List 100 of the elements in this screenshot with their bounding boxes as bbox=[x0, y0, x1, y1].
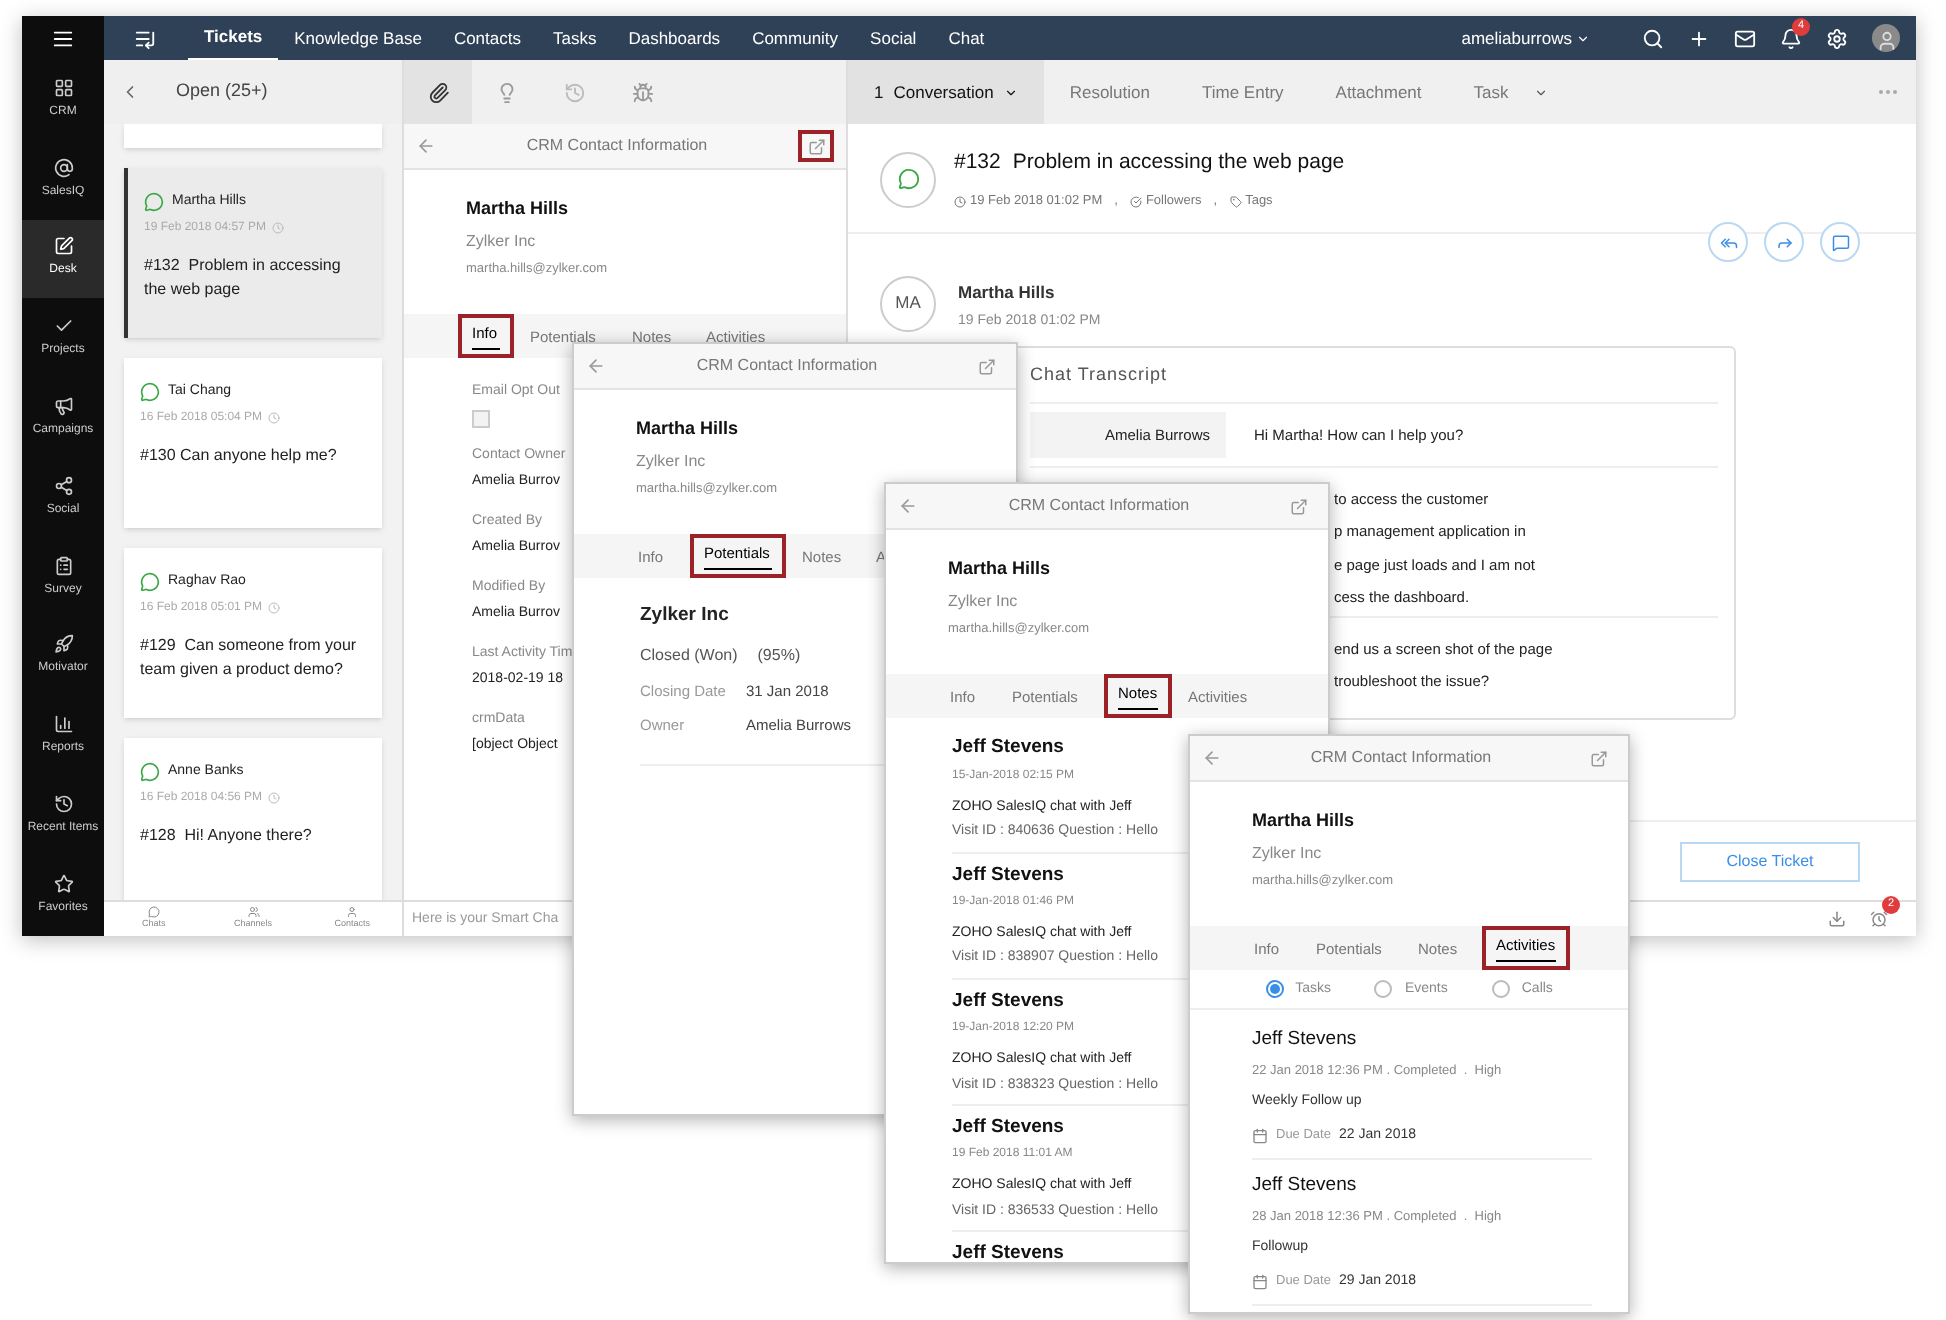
conversation-tab[interactable]: Attachment bbox=[1309, 60, 1448, 124]
caret-icon bbox=[1576, 31, 1590, 45]
clock-icon bbox=[272, 222, 285, 234]
menu-icon[interactable] bbox=[52, 27, 74, 49]
back-icon[interactable] bbox=[1202, 748, 1222, 768]
contact-name: Martha Hills bbox=[1252, 808, 1357, 834]
external-link-icon bbox=[807, 137, 825, 155]
nav-tab[interactable]: Tasks bbox=[536, 16, 613, 60]
notification-icon[interactable] bbox=[1780, 27, 1802, 49]
add-icon[interactable] bbox=[1688, 27, 1710, 49]
forward-icon[interactable] bbox=[1764, 222, 1804, 262]
clock-icon bbox=[268, 602, 281, 614]
external-link-button[interactable] bbox=[798, 130, 834, 162]
app-icon bbox=[53, 794, 73, 815]
contact-company: Zylker Inc bbox=[466, 229, 538, 253]
conversation-tab[interactable]: 1 Conversation bbox=[848, 60, 1044, 124]
conversation-tab[interactable]: Task bbox=[1447, 60, 1535, 124]
note-author: Jeff Stevens bbox=[952, 987, 1064, 1016]
app-icon bbox=[53, 396, 73, 417]
more-tabs-icon[interactable] bbox=[1534, 85, 1549, 99]
back-icon[interactable] bbox=[898, 496, 918, 516]
avatar: MA bbox=[880, 275, 936, 331]
contact-company: Zylker Inc bbox=[1252, 841, 1324, 865]
note-author: Jeff Stevens bbox=[952, 861, 1064, 889]
clock-icon bbox=[268, 412, 281, 424]
external-link-icon bbox=[977, 357, 995, 375]
bug-icon[interactable] bbox=[631, 81, 653, 103]
panel-title: CRM Contact Information bbox=[1006, 494, 1192, 518]
reminder-icon[interactable] bbox=[1870, 910, 1888, 928]
chat-channel-icon bbox=[140, 572, 160, 593]
avatar[interactable] bbox=[1872, 24, 1900, 52]
contact-name: Martha Hills bbox=[466, 196, 571, 222]
reply-all-icon[interactable] bbox=[1708, 222, 1748, 262]
ticket-title: #130 Can anyone help me? bbox=[140, 443, 339, 467]
lightbulb-icon[interactable] bbox=[495, 81, 517, 103]
search-icon[interactable] bbox=[1642, 27, 1664, 49]
calendar-icon bbox=[1252, 1128, 1268, 1144]
panel-title: CRM Contact Information bbox=[524, 134, 710, 158]
contact-company: Zylker Inc bbox=[948, 589, 1020, 613]
comment-icon[interactable] bbox=[1820, 222, 1860, 262]
caret-icon bbox=[1003, 85, 1018, 99]
clock-icon bbox=[954, 195, 966, 208]
person-icon bbox=[346, 906, 359, 919]
activity-author: Jeff Stevens bbox=[1252, 1026, 1357, 1055]
back-icon[interactable] bbox=[586, 356, 606, 376]
settings-icon[interactable] bbox=[1826, 27, 1848, 49]
list-title: Open (25+) bbox=[176, 78, 268, 105]
contact-company: Zylker Inc bbox=[636, 449, 708, 473]
conversation-tab[interactable]: Resolution bbox=[1043, 60, 1176, 124]
ticket-title: #129 Can someone from your team given a product demo? bbox=[140, 633, 359, 681]
transcript-title: Chat Transcript bbox=[1030, 347, 1718, 404]
inbox-icon[interactable] bbox=[1734, 27, 1756, 49]
collapse-icon[interactable] bbox=[134, 27, 156, 49]
note-author: Jeff Stevens bbox=[952, 1240, 1064, 1262]
check-circle-icon bbox=[1129, 195, 1142, 208]
nav-tab[interactable]: Chat bbox=[932, 16, 1001, 60]
note-author: Jeff Stevens bbox=[952, 1114, 1064, 1142]
calendar-icon bbox=[1252, 1274, 1268, 1290]
app-icon bbox=[53, 475, 73, 496]
ticket-number: #132 bbox=[954, 148, 1001, 178]
nav-tab[interactable]: Knowledge Base bbox=[278, 16, 438, 60]
chat-channel-icon bbox=[140, 382, 160, 403]
note-author: Jeff Stevens bbox=[952, 734, 1064, 763]
download-icon[interactable] bbox=[1828, 910, 1846, 928]
nav-tab[interactable]: Social bbox=[854, 16, 933, 60]
attachment-icon[interactable] bbox=[427, 81, 449, 103]
tag-icon bbox=[1229, 195, 1242, 208]
app-icon bbox=[53, 714, 73, 735]
user-menu[interactable]: ameliaburrows bbox=[1461, 25, 1590, 51]
potential-stage: Closed (Won) bbox=[640, 643, 738, 667]
chat-channel-icon bbox=[144, 192, 164, 213]
conversation-tab[interactable]: Time Entry bbox=[1176, 60, 1310, 124]
nav-tab[interactable]: Dashboards bbox=[612, 16, 737, 60]
ticket-subject: Problem in accessing the web page bbox=[1012, 148, 1345, 178]
app-icon bbox=[53, 555, 73, 576]
nav-tab[interactable]: Contacts bbox=[437, 16, 537, 60]
back-icon[interactable] bbox=[416, 136, 436, 156]
clock-icon bbox=[268, 792, 281, 804]
contact-name: Martha Hills bbox=[636, 416, 741, 442]
potential-probability: (95%) bbox=[757, 643, 801, 667]
activity-author: Jeff Stevens bbox=[1252, 1172, 1357, 1201]
app-icon bbox=[53, 873, 73, 894]
chat-channel-icon bbox=[140, 762, 160, 783]
app-icon bbox=[53, 157, 73, 178]
chat-icon bbox=[147, 906, 160, 919]
checkbox[interactable] bbox=[472, 409, 490, 428]
external-link-icon bbox=[1589, 749, 1607, 767]
app-icon bbox=[53, 236, 73, 257]
message-author: Martha Hills bbox=[958, 279, 1057, 305]
channel-icon bbox=[880, 151, 936, 208]
ticket-title: #128 Hi! Anyone there? bbox=[140, 823, 314, 847]
nav-tab[interactable]: Community bbox=[736, 16, 855, 60]
panel-title: CRM Contact Information bbox=[694, 354, 880, 378]
close-ticket-button[interactable]: Close Ticket bbox=[1680, 841, 1860, 881]
ticket-title: #132 Problem in accessing the web page bbox=[144, 253, 343, 301]
people-icon bbox=[247, 906, 259, 919]
app-icon bbox=[53, 316, 73, 337]
app-icon bbox=[53, 634, 73, 655]
panel-title: CRM Contact Information bbox=[1308, 746, 1494, 770]
contact-name: Martha Hills bbox=[948, 556, 1053, 582]
